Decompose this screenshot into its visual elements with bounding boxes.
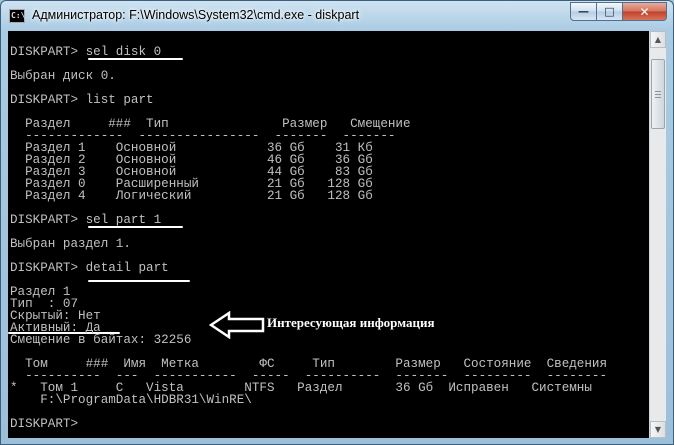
console-line: Раздел 4 Логический 21 Gб 128 Gб bbox=[10, 189, 373, 203]
console-line: DISKPART> detail part bbox=[10, 261, 169, 275]
cmd-window: C:\ Администратор: F:\Windows\System32\c… bbox=[0, 0, 674, 445]
console-line: Выбран раздел 1. bbox=[10, 237, 131, 251]
console-line: Смещение в байтах: 32256 bbox=[10, 333, 192, 347]
maximize-button[interactable]: □ bbox=[597, 2, 623, 21]
scroll-down-icon[interactable]: ▼ bbox=[650, 421, 666, 438]
console-line: Выбран диск 0. bbox=[10, 69, 116, 83]
close-button[interactable]: ✕ bbox=[623, 2, 667, 21]
underline-detail-part bbox=[88, 280, 190, 282]
minimize-button[interactable]: — bbox=[570, 2, 597, 21]
annotation-label: Интересующая информация bbox=[267, 315, 435, 330]
arrow-left-icon bbox=[209, 311, 265, 339]
window-controls: — □ ✕ bbox=[570, 2, 667, 21]
title-bar[interactable]: C:\ Администратор: F:\Windows\System32\c… bbox=[1, 1, 673, 31]
vertical-scrollbar[interactable]: ▲ ▼ bbox=[649, 31, 666, 438]
console-line: DISKPART> sel part 1 bbox=[10, 213, 162, 227]
window-title: Администратор: F:\Windows\System32\cmd.e… bbox=[32, 8, 360, 22]
console-line: DISKPART> bbox=[10, 417, 86, 431]
console-line: DISKPART> list part bbox=[10, 93, 154, 107]
scrollbar-thumb[interactable] bbox=[651, 59, 665, 129]
console-line: DISKPART> sel disk 0 bbox=[10, 45, 162, 59]
cmd-app-icon[interactable]: C:\ bbox=[9, 9, 25, 23]
console-line: F:\ProgramData\HDBR31\WinRE\ bbox=[10, 393, 252, 407]
scroll-up-icon[interactable]: ▲ bbox=[650, 31, 666, 48]
console-output[interactable]: DISKPART> sel disk 0 Выбран диск 0. DISKPA… bbox=[8, 31, 649, 438]
